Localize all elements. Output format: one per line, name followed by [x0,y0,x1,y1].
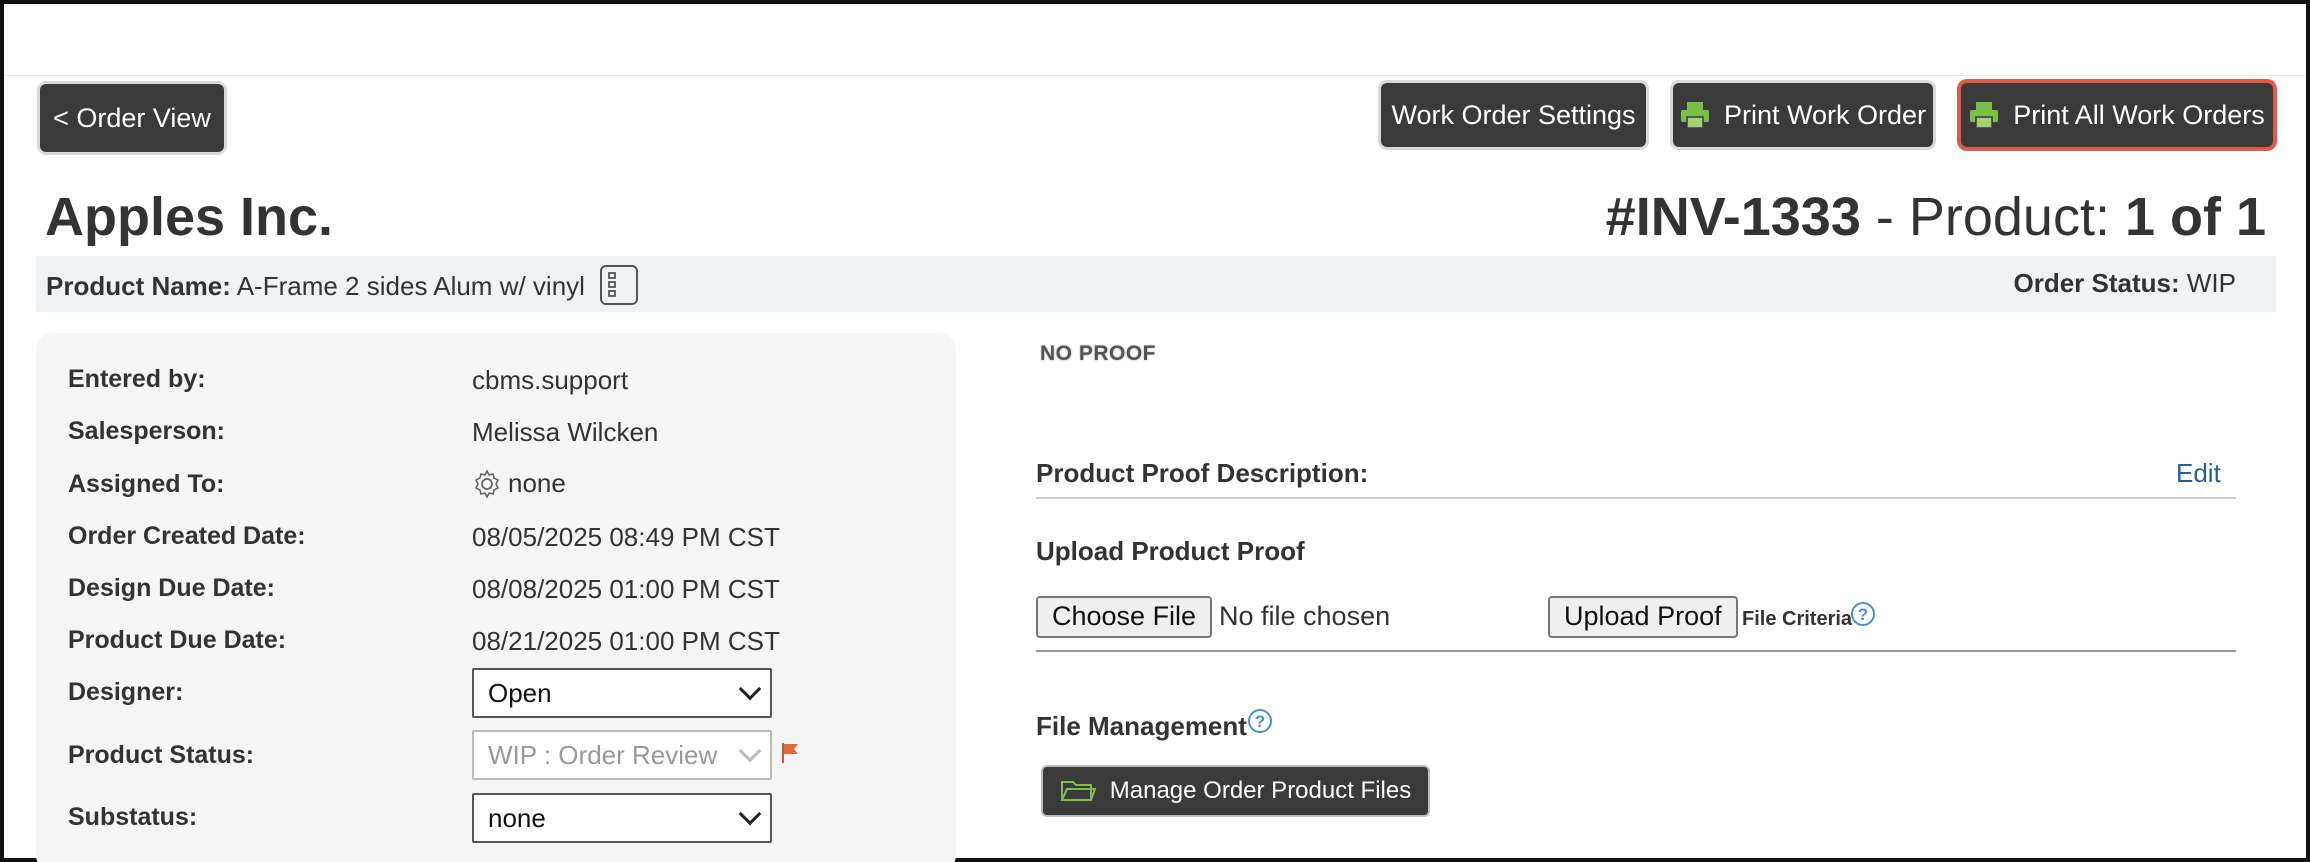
assigned-to-text: none [508,468,566,498]
order-status: Order Status: WIP [2014,268,2237,299]
designer-label: Designer: [68,678,184,706]
work-order-settings-label: Work Order Settings [1391,99,1636,130]
top-bar [4,4,2306,76]
salesperson-label: Salesperson: [68,417,226,445]
substatus-selected: none [488,803,546,833]
salesperson-value: Melissa Wilcken [472,417,659,447]
upload-proof-button[interactable]: Upload Proof [1548,596,1738,638]
print-work-order-label: Print Work Order [1723,99,1927,130]
print-work-order-button[interactable]: Print Work Order [1673,83,1933,147]
divider [1036,650,2236,652]
order-details-panel: Entered by: cbms.support Salesperson: Me… [36,333,956,862]
product-status-selected: WIP : Order Review [488,740,718,770]
folder-icon [1060,781,1096,801]
product-due-date-label: Product Due Date: [68,626,287,654]
order-created-date-value: 08/05/2025 08:49 PM CST [472,522,780,552]
substatus-select[interactable]: none [472,793,772,843]
designer-selected: Open [488,678,552,708]
product-name-label: Product Name: [46,270,231,301]
order-status-label: Order Status: [2013,268,2180,298]
flag-icon[interactable] [780,741,802,765]
upload-proof-heading: Upload Product Proof [1036,536,1305,566]
product-details-icon[interactable] [600,265,639,305]
print-all-work-orders-label: Print All Work Orders [2013,99,2265,130]
no-file-chosen-text: No file chosen [1219,601,1391,631]
design-due-date-value: 08/08/2025 01:00 PM CST [472,574,780,604]
product-info-strip: Product Name: A-Frame 2 sides Alum w/ vi… [36,256,2276,312]
choose-file-button[interactable]: Choose File [1036,596,1213,638]
order-view-button[interactable]: < Order View [40,84,224,152]
product-name-value: A-Frame 2 sides Alum w/ vinyl [236,270,585,301]
file-criteria-label: File Criteria [1742,608,1853,630]
chevron-down-icon [738,802,762,826]
order-status-value: WIP [2186,268,2236,298]
substatus-label: Substatus: [68,803,198,831]
invoice-number: #INV-1333 [1605,187,1861,247]
help-icon[interactable]: ? [1851,602,1875,626]
file-management-label: File Management [1036,711,1247,741]
order-created-date-label: Order Created Date: [68,522,306,550]
manage-order-product-files-button[interactable]: Manage Order Product Files [1043,767,1428,815]
company-name: Apples Inc. [45,187,334,247]
product-label: - Product: [1860,187,2125,247]
product-status-label: Product Status: [68,741,255,769]
printer-icon [1970,102,1999,129]
help-icon[interactable]: ? [1248,709,1272,733]
divider [1036,497,2236,499]
designer-select[interactable]: Open [472,668,772,718]
assigned-to-value: none [472,468,566,499]
chevron-down-icon [738,739,762,763]
product-status-select: WIP : Order Review [472,730,772,780]
order-view-label: < Order View [53,102,211,133]
product-due-date-value: 08/21/2025 01:00 PM CST [472,626,780,656]
product-name: Product Name: A-Frame 2 sides Alum w/ vi… [46,265,639,308]
chevron-down-icon [738,677,762,701]
proof-description-label: Product Proof Description: [1036,458,1369,488]
print-all-work-orders-button[interactable]: Print All Work Orders [1961,83,2273,147]
work-order-settings-button[interactable]: Work Order Settings [1381,83,1646,147]
assigned-to-label: Assigned To: [68,470,225,498]
invoice-heading: #INV-1333 - Product: 1 of 1 [1606,186,2266,248]
no-proof-placeholder: NO PROOF [1040,342,1157,365]
gear-icon[interactable] [472,468,502,499]
product-count: 1 of 1 [2124,187,2266,247]
printer-icon [1680,102,1709,129]
design-due-date-label: Design Due Date: [68,574,275,602]
entered-by-value: cbms.support [472,365,629,395]
entered-by-label: Entered by: [68,365,206,393]
edit-description-link[interactable]: Edit [2176,458,2221,489]
manage-files-label: Manage Order Product Files [1109,777,1412,804]
